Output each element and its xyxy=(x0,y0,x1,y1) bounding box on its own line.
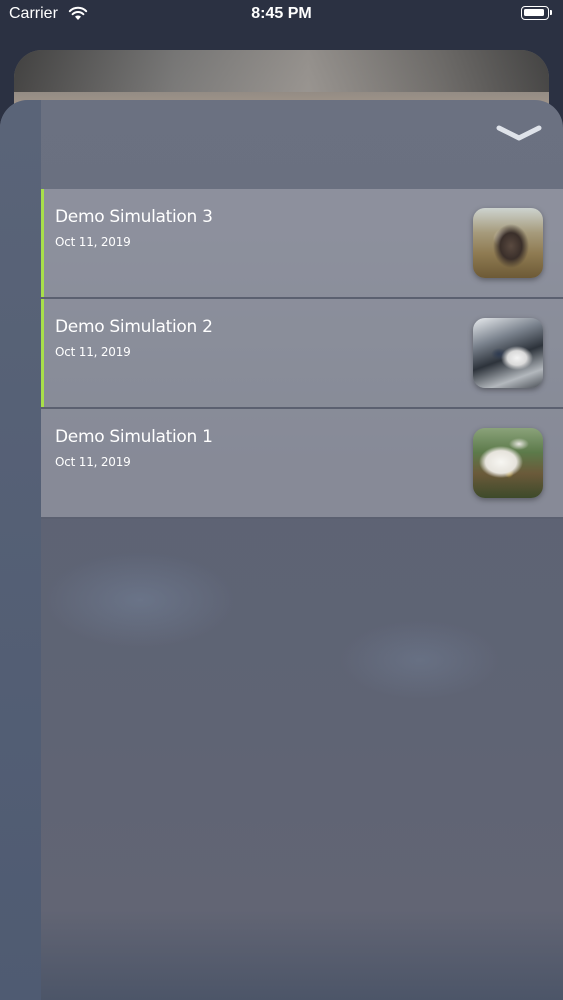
simulation-title: Demo Simulation 3 xyxy=(55,207,213,227)
simulation-thumbnail xyxy=(473,318,543,388)
simulations-sheet: Demo Simulation 3 Oct 11, 2019 Demo Simu… xyxy=(0,100,563,1000)
simulation-title: Demo Simulation 1 xyxy=(55,427,213,447)
status-time: 8:45 PM xyxy=(251,5,312,22)
list-item[interactable]: Demo Simulation 3 Oct 11, 2019 xyxy=(41,189,563,299)
chevron-down-icon[interactable] xyxy=(496,124,542,144)
list-item[interactable]: Demo Simulation 1 Oct 11, 2019 xyxy=(41,409,563,519)
left-rail xyxy=(0,100,41,1000)
simulation-date: Oct 11, 2019 xyxy=(55,455,131,469)
simulation-list: Demo Simulation 3 Oct 11, 2019 Demo Simu… xyxy=(41,189,563,519)
simulation-date: Oct 11, 2019 xyxy=(55,235,131,249)
simulation-thumbnail xyxy=(473,428,543,498)
sheet-background-blur xyxy=(40,540,563,740)
status-bar: Carrier 8:45 PM xyxy=(0,0,563,32)
list-item[interactable]: Demo Simulation 2 Oct 11, 2019 xyxy=(41,299,563,409)
simulation-thumbnail xyxy=(473,208,543,278)
simulation-title: Demo Simulation 2 xyxy=(55,317,213,337)
battery-icon xyxy=(521,6,552,20)
simulation-date: Oct 11, 2019 xyxy=(55,345,131,359)
